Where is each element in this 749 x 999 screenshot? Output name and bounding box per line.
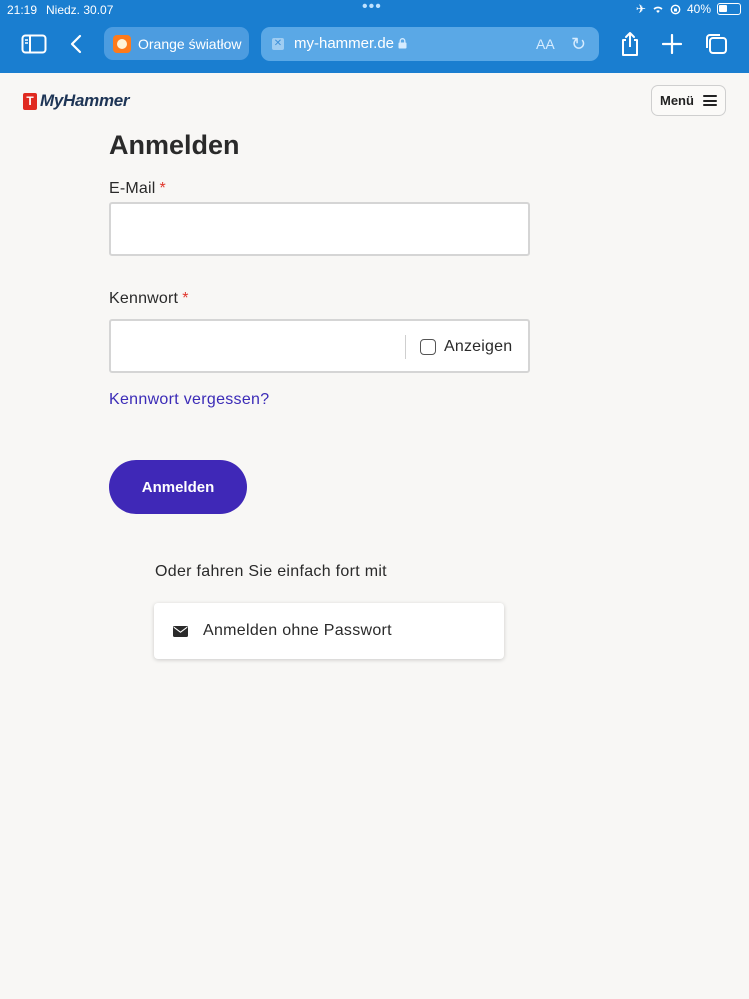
alternative-login-text: Oder fahren Sie einfach fort mit	[155, 563, 387, 580]
sidebar-icon	[21, 34, 47, 54]
logo-text: MyHammer	[40, 91, 130, 110]
share-button[interactable]	[618, 30, 642, 58]
passwordless-label: Anmelden ohne Passwort	[203, 622, 392, 639]
hamburger-icon	[702, 95, 717, 106]
new-tab-button[interactable]	[660, 32, 684, 56]
battery-percentage: 40%	[686, 2, 711, 16]
sidebar-toggle-button[interactable]	[20, 32, 48, 56]
email-label: E-Mail *	[109, 180, 166, 198]
menu-label: Menü	[660, 93, 694, 108]
email-field[interactable]	[109, 202, 530, 256]
battery-icon	[717, 3, 741, 15]
password-label-text: Kennwort	[109, 290, 179, 307]
wifi-icon	[653, 6, 663, 13]
airplane-icon: ✈	[635, 2, 646, 16]
site-favicon-icon: ✕	[272, 38, 284, 50]
required-marker: *	[159, 180, 166, 197]
plus-icon	[662, 34, 682, 54]
email-label-text: E-Mail	[109, 180, 156, 197]
back-button[interactable]	[66, 32, 86, 56]
text-size-button[interactable]: AA	[536, 36, 555, 52]
page-title: Anmelden	[109, 130, 240, 160]
passwordless-login-button[interactable]: Anmelden ohne Passwort	[154, 603, 504, 659]
status-date: Niedz. 30.07	[46, 3, 114, 17]
orientation-lock-icon	[670, 4, 681, 14]
tab-overview-button[interactable]	[703, 32, 729, 56]
tabs-icon	[706, 34, 727, 54]
browser-tab[interactable]: Orange światłow	[104, 27, 249, 60]
show-password-checkbox[interactable]	[420, 339, 436, 355]
status-time: 21:19	[7, 3, 38, 17]
login-button[interactable]: Anmelden	[109, 460, 247, 514]
menu-button[interactable]: Menü	[651, 85, 726, 116]
share-icon	[622, 32, 638, 56]
show-password-label: Anzeigen	[444, 338, 513, 355]
reload-icon[interactable]: ↻	[571, 34, 586, 55]
tab-title: Orange światłow	[138, 35, 242, 52]
url-text: my-hammer.de	[294, 35, 395, 52]
myhammer-logo[interactable]: T MyHammer	[23, 91, 130, 111]
multitasking-dots-icon[interactable]: •••	[362, 0, 382, 16]
status-indicators: ✈ 40%	[636, 2, 741, 16]
lock-icon	[398, 38, 407, 49]
browser-toolbar: 21:19 Niedz. 30.07 ••• ✈ 40% Orange świa…	[0, 0, 749, 73]
tab-favicon-icon	[113, 34, 131, 53]
forgot-password-link[interactable]: Kennwort vergessen?	[109, 391, 269, 409]
show-password-toggle[interactable]: Anzeigen	[405, 335, 512, 359]
password-label: Kennwort *	[109, 290, 189, 308]
chevron-left-icon	[70, 34, 82, 54]
status-bar: 21:19 Niedz. 30.07 ••• ✈ 40%	[0, 0, 749, 20]
envelope-icon	[173, 625, 188, 637]
address-bar[interactable]: ✕ my-hammer.de AA ↻	[261, 27, 599, 61]
logo-mark: T	[23, 92, 37, 110]
required-marker: *	[182, 290, 189, 307]
